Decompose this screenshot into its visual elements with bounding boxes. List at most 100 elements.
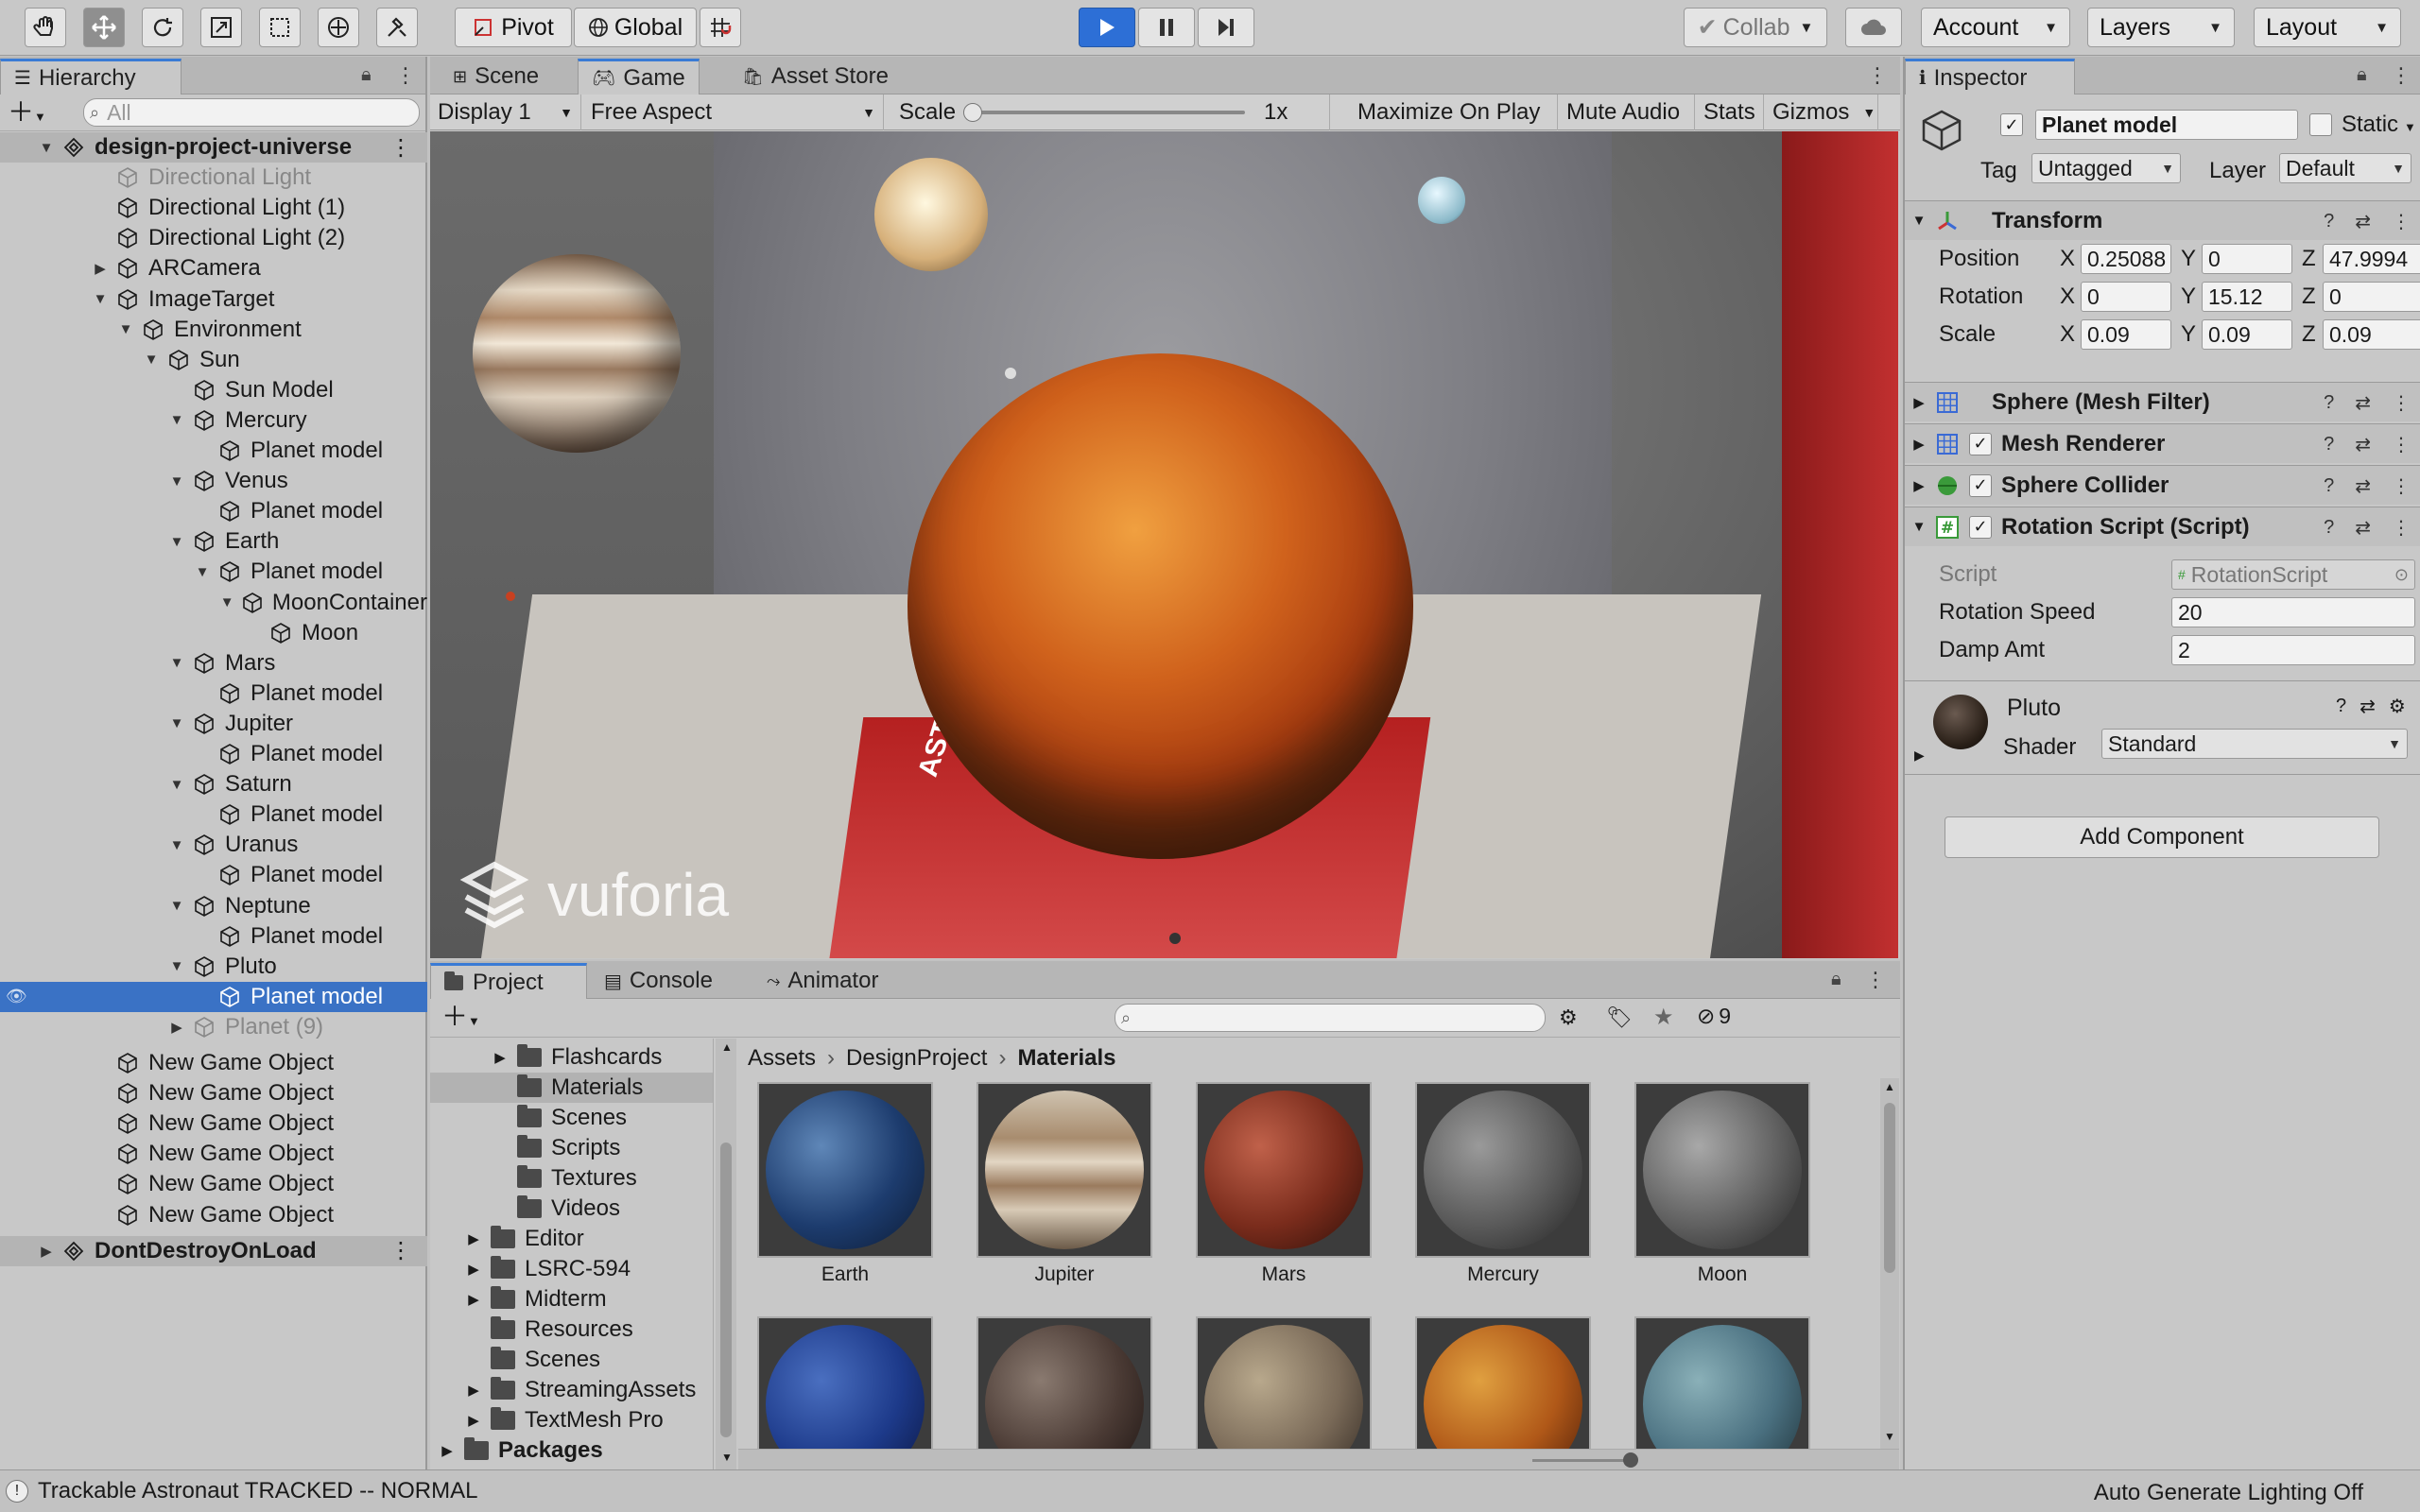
help-icon[interactable]: ? (2336, 696, 2346, 717)
hierarchy-item[interactable]: ▶ Planet (9) (0, 1012, 427, 1042)
tree-scrollbar-thumb[interactable] (720, 1143, 732, 1437)
status-message[interactable]: ! Trackable Astronaut TRACKED -- NORMAL (6, 1478, 477, 1504)
material-asset[interactable] (975, 1316, 1154, 1449)
game-menu-icon[interactable]: ⋮ (1867, 64, 1888, 87)
chevron-right-icon[interactable]: ▶ (1914, 747, 1925, 764)
tab-scene[interactable]: ⊞ Scene (440, 59, 552, 94)
account-dropdown[interactable]: Account (1921, 8, 2070, 47)
mesh-renderer-header[interactable]: ▶ ✓ Mesh Renderer ? ⇄ ⋮ (1905, 423, 2420, 463)
hierarchy-item[interactable]: New Game Object (0, 1169, 427, 1199)
hierarchy-item[interactable]: ▼ MoonContainer (0, 588, 427, 618)
layout-dropdown[interactable]: Layout (2254, 8, 2401, 47)
chevron-down-icon[interactable]: ▼ (1905, 519, 1933, 535)
chevron-right-icon[interactable]: ▶ (1905, 477, 1933, 494)
active-checkbox[interactable]: ✓ (2000, 113, 2023, 136)
hand-tool-button[interactable] (25, 8, 66, 47)
chevron-down-icon[interactable]: ▼ (721, 1451, 733, 1464)
breadcrumb-assets[interactable]: Assets (748, 1045, 816, 1072)
object-picker-icon[interactable]: ⊙ (2394, 565, 2409, 585)
layers-dropdown[interactable]: Layers (2087, 8, 2235, 47)
material-asset[interactable]: Earth (755, 1082, 935, 1286)
axis-x-label[interactable]: X (2060, 284, 2075, 310)
thumbnail-size-handle[interactable] (1623, 1452, 1638, 1468)
hierarchy-item[interactable]: Moon (0, 618, 427, 648)
hierarchy-item[interactable]: ▼ ImageTarget (0, 284, 427, 315)
hierarchy-item[interactable]: Planet model (0, 921, 427, 952)
hierarchy-item[interactable]: ▼ Planet model (0, 557, 427, 587)
chevron-down-icon[interactable]: ▼ (38, 140, 55, 156)
hierarchy-item[interactable]: Directional Light (1) (0, 193, 427, 223)
pause-button[interactable] (1138, 8, 1195, 47)
chevron-right-icon[interactable]: ▶ (464, 1412, 483, 1429)
tab-asset-store[interactable]: 🛍︎ Asset Store (729, 59, 902, 94)
rotation-speed-input[interactable]: 20 (2171, 597, 2415, 627)
help-icon[interactable]: ? (2324, 475, 2334, 497)
material-asset[interactable] (1194, 1316, 1374, 1449)
lock-icon[interactable]: 🔒︎ (2357, 64, 2367, 86)
add-component-button[interactable]: Add Component (1945, 816, 2379, 858)
help-icon[interactable]: ? (2324, 392, 2334, 414)
stats-toggle[interactable]: Stats (1696, 94, 1764, 130)
folder-item[interactable]: Textures (430, 1163, 713, 1194)
component-menu-icon[interactable]: ⋮ (2392, 474, 2411, 498)
lighting-status[interactable]: Auto Generate Lighting Off (2094, 1480, 2363, 1506)
axis-x-label[interactable]: X (2060, 246, 2075, 272)
material-asset[interactable]: Mars (1194, 1082, 1374, 1286)
axis-x-label[interactable]: X (2060, 321, 2075, 348)
shader-dropdown[interactable]: Standard (2101, 729, 2408, 759)
favorite-star-icon[interactable]: ★ (1653, 1004, 1674, 1031)
folder-item[interactable]: Resources (430, 1314, 713, 1345)
hierarchy-item[interactable]: Planet model (0, 496, 427, 526)
folder-item[interactable]: ▶ LSRC-594 (430, 1254, 713, 1284)
axis-z-label[interactable]: Z (2302, 246, 2316, 272)
folder-item[interactable]: ▶ StreamingAssets (430, 1375, 713, 1405)
material-asset[interactable] (755, 1316, 935, 1449)
hierarchy-item[interactable]: ▶ DontDestroyOnLoad ⋮ (0, 1235, 427, 1266)
chevron-down-icon[interactable]: ▼ (168, 412, 185, 428)
axis-y-label[interactable]: Y (2181, 284, 2196, 310)
rect-tool-button[interactable] (259, 8, 301, 47)
static-checkbox[interactable] (2309, 113, 2332, 136)
asset-scrollbar[interactable]: ▲ ▼ (1880, 1078, 1899, 1449)
scale-y-input[interactable]: 0.09 (2202, 319, 2292, 350)
hierarchy-item[interactable]: New Game Object (0, 1200, 427, 1230)
hierarchy-item[interactable]: New Game Object (0, 1108, 427, 1139)
chevron-right-icon[interactable]: ▶ (38, 1243, 55, 1260)
hierarchy-item[interactable]: ▼ Mercury (0, 405, 427, 436)
chevron-down-icon[interactable]: ▼ (143, 352, 160, 368)
create-icon[interactable]: ＋▼ (441, 1004, 480, 1035)
preset-icon[interactable]: ⇄ (2355, 474, 2371, 498)
position-z-input[interactable]: 47.9994 (2323, 244, 2420, 274)
hierarchy-item[interactable]: Planet model (0, 679, 427, 709)
scene-menu-icon[interactable]: ⋮ (389, 1237, 412, 1264)
preset-icon[interactable]: ⇄ (2355, 210, 2371, 233)
chevron-down-icon[interactable]: ▼ (168, 837, 185, 853)
tab-console[interactable]: ▤ Console (591, 963, 726, 999)
static-dropdown[interactable]: Static ▼ (2342, 112, 2416, 138)
mesh-renderer-checkbox[interactable]: ✓ (1969, 432, 1992, 455)
hierarchy-item[interactable]: ▼ Sun (0, 345, 427, 375)
hierarchy-item[interactable]: Planet model 👁︎ (0, 981, 427, 1012)
chevron-right-icon[interactable]: ▶ (464, 1261, 483, 1278)
tag-dropdown[interactable]: Untagged (2031, 153, 2181, 183)
material-asset[interactable]: Moon (1633, 1082, 1812, 1286)
folder-item[interactable]: Scripts (430, 1133, 713, 1163)
material-asset[interactable] (1633, 1316, 1812, 1449)
folder-item[interactable]: ▶ Flashcards (430, 1042, 713, 1073)
snap-toggle[interactable] (700, 8, 741, 47)
gizmos-toggle[interactable]: Gizmos ▼ (1765, 94, 1878, 130)
breadcrumb-materials[interactable]: Materials (1017, 1045, 1115, 1072)
project-menu-icon[interactable]: ⋮ (1865, 969, 1886, 991)
chevron-right-icon[interactable]: ▶ (1905, 394, 1933, 411)
hierarchy-item[interactable]: Directional Light (0, 163, 427, 193)
chevron-right-icon[interactable]: ▶ (92, 260, 109, 277)
transform-header[interactable]: ▼ Transform ? ⇄ ⋮ (1905, 200, 2420, 240)
mute-audio-toggle[interactable]: Mute Audio (1559, 94, 1695, 130)
rotation-script-header[interactable]: ▼ # ✓ Rotation Script (Script) ? ⇄ ⋮ (1905, 507, 2420, 546)
inspector-menu-icon[interactable]: ⋮ (2391, 64, 2411, 87)
hierarchy-item[interactable]: ▼ Mars (0, 648, 427, 679)
hierarchy-item[interactable]: Sun Model (0, 375, 427, 405)
layer-dropdown[interactable]: Default (2279, 153, 2411, 183)
component-menu-icon[interactable]: ⋮ (2392, 210, 2411, 233)
material-asset[interactable]: Mercury (1413, 1082, 1593, 1286)
